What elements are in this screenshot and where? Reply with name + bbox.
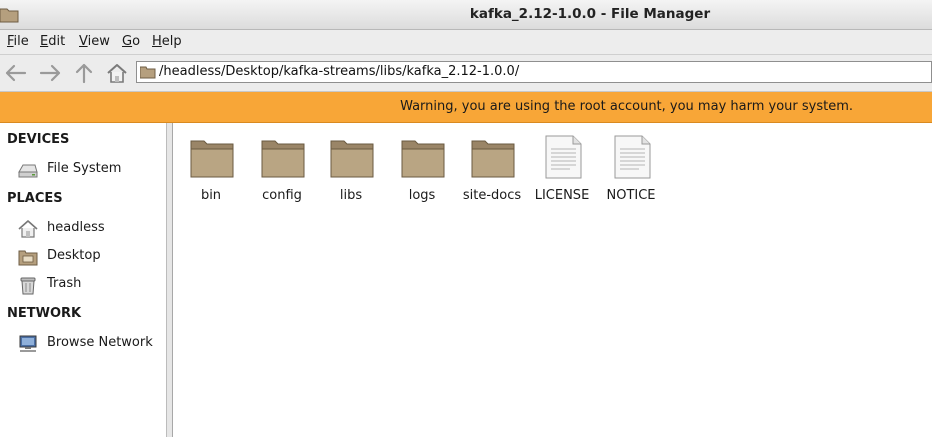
forward-button[interactable] <box>38 62 62 84</box>
sidebar-item-headless[interactable]: headless <box>0 216 166 242</box>
sidebar-item-label: Browse Network <box>47 335 153 350</box>
sidebar-item-trash[interactable]: Trash <box>0 272 166 298</box>
trash-icon <box>20 277 36 295</box>
window-title: kafka_2.12-1.0.0 - File Manager <box>469 6 711 22</box>
harddisk-icon <box>18 164 38 178</box>
menu-edit-mnemonic: E <box>40 34 49 49</box>
menu-go-mnemonic: G <box>122 34 133 49</box>
menu-edit-label: dit <box>48 34 66 49</box>
folder-item-libs[interactable]: libs <box>317 133 385 219</box>
title-bar: kafka_2.12-1.0.0 - File Manager <box>0 0 932 30</box>
desktop-folder-icon <box>18 250 38 266</box>
file-item-notice[interactable]: NOTICE <box>597 133 665 219</box>
up-icon <box>75 63 93 84</box>
root-warning-bar: Warning, you are using the root account,… <box>0 92 932 123</box>
menu-view-label: iew <box>87 34 110 49</box>
menu-help-label: elp <box>161 34 182 49</box>
folder-icon <box>330 140 374 178</box>
home-button[interactable] <box>105 62 129 84</box>
folder-icon <box>190 140 234 178</box>
folder-item-bin[interactable]: bin <box>177 133 245 219</box>
toolbar: /headless/Desktop/kafka-streams/libs/kaf… <box>0 55 932 92</box>
back-button[interactable] <box>4 62 28 84</box>
menu-view-mnemonic: V <box>79 34 88 49</box>
places-heading: PLACES <box>7 191 63 206</box>
forward-icon <box>39 64 61 82</box>
root-warning-text: Warning, you are using the root account,… <box>400 99 853 114</box>
folder-icon <box>261 140 305 178</box>
sidebar-item-label: File System <box>47 161 122 176</box>
home-icon <box>107 64 127 83</box>
menu-file-label: ile <box>13 34 29 49</box>
sidebar-item-browse-network[interactable]: Browse Network <box>0 331 166 357</box>
folder-app-icon <box>0 8 19 23</box>
menu-edit[interactable]: Edit <box>40 34 65 49</box>
file-item-license[interactable]: LICENSE <box>528 133 596 219</box>
location-bar[interactable]: /headless/Desktop/kafka-streams/libs/kaf… <box>136 61 932 83</box>
home-folder-icon <box>18 220 38 238</box>
file-label: NOTICE <box>606 188 656 203</box>
folder-item-config[interactable]: config <box>248 133 316 219</box>
devices-heading: DEVICES <box>7 132 70 147</box>
back-icon <box>5 64 27 82</box>
sidebar-item-desktop[interactable]: Desktop <box>0 244 166 270</box>
folder-item-site-docs[interactable]: site-docs <box>458 133 526 219</box>
sidebar-item-file-system[interactable]: File System <box>0 157 166 183</box>
menu-help[interactable]: Help <box>152 34 182 49</box>
network-heading: NETWORK <box>7 306 82 321</box>
file-view[interactable]: bin config libs logs site-docs LICENSE N… <box>173 123 932 437</box>
folder-item-logs[interactable]: logs <box>388 133 456 219</box>
menu-help-mnemonic: H <box>152 34 162 49</box>
text-document-icon <box>614 135 651 179</box>
network-icon <box>19 335 37 352</box>
sidebar-item-label: Desktop <box>47 248 101 263</box>
sidebar: DEVICES File System PLACES headless Desk… <box>0 123 167 437</box>
folder-icon <box>471 140 515 178</box>
menu-go-label: o <box>132 34 141 49</box>
up-button[interactable] <box>72 62 96 84</box>
menu-go[interactable]: Go <box>122 34 140 49</box>
menu-view[interactable]: View <box>79 34 110 49</box>
menu-file[interactable]: File <box>7 34 29 49</box>
sidebar-item-label: Trash <box>47 276 82 291</box>
location-path: /headless/Desktop/kafka-streams/libs/kaf… <box>159 64 520 79</box>
text-document-icon <box>545 135 582 179</box>
folder-icon <box>401 140 445 178</box>
sidebar-item-label: headless <box>47 220 105 235</box>
menu-bar: File Edit View Go Help <box>0 30 932 55</box>
folder-icon <box>140 66 156 79</box>
